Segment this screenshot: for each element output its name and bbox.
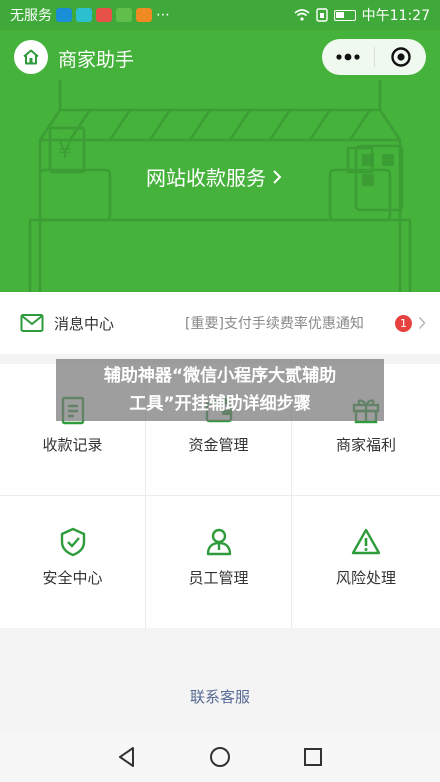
- grid-item-label: 商家福利: [335, 436, 396, 454]
- system-navigation-bar: [0, 732, 440, 782]
- person-icon: [206, 528, 231, 556]
- app-notification-icon: [96, 8, 112, 22]
- sim-icon: [315, 8, 328, 22]
- battery-icon: [333, 9, 356, 21]
- grid-item-label: 收款记录: [42, 436, 103, 454]
- more-button[interactable]: [322, 39, 374, 75]
- grid-item-security[interactable]: 安全中心: [0, 496, 146, 628]
- home-button[interactable]: [14, 40, 48, 74]
- clock-text: 中午11:27: [361, 8, 430, 24]
- grid-item-label: 风险处理: [335, 569, 396, 587]
- app-notification-icon: [56, 8, 72, 22]
- overlay-line-2: 工具”开挂辅助详细步骤: [129, 394, 311, 414]
- back-triangle-icon: [118, 747, 134, 767]
- message-center-row[interactable]: 消息中心 [重要]支付手续费率优惠通知 1: [0, 292, 440, 354]
- warning-icon: [351, 528, 381, 555]
- chevron-right-icon: [273, 169, 282, 184]
- article-title-overlay: 辅助神器“微信小程序大贰辅助 工具”开挂辅助详细步骤: [56, 359, 384, 421]
- home-icon: [23, 49, 39, 65]
- payment-service-link[interactable]: 网站收款服务: [146, 162, 282, 191]
- grid-item-risk[interactable]: 风险处理: [292, 496, 440, 628]
- contact-support-link[interactable]: 联系客服: [0, 686, 440, 707]
- svg-text:¥: ¥: [58, 139, 72, 164]
- more-dots-icon: [336, 53, 360, 61]
- grid-item-staff[interactable]: 员工管理: [146, 496, 292, 628]
- status-left: 无服务 ⋯: [10, 5, 170, 25]
- app-notification-icon: [136, 8, 152, 22]
- miniprogram-capsule: [322, 39, 426, 75]
- wifi-icon: [294, 9, 310, 21]
- grid-item-label: 员工管理: [188, 569, 249, 587]
- page-title: 商家助手: [58, 49, 135, 71]
- status-right: 中午11:27: [294, 5, 430, 25]
- payment-service-label: 网站收款服务: [146, 166, 266, 190]
- grid-item-label: 资金管理: [188, 436, 249, 454]
- home-nav-button[interactable]: [200, 737, 240, 777]
- more-notifications-icon: ⋯: [156, 7, 170, 23]
- recents-button[interactable]: [293, 737, 333, 777]
- close-circle-icon: [390, 47, 411, 67]
- home-circle-icon: [209, 747, 230, 767]
- grid-item-label: 安全中心: [42, 569, 103, 587]
- shield-icon: [60, 527, 85, 557]
- app-notification-icon: [76, 8, 92, 22]
- overlay-line-1: 辅助神器“微信小程序大贰辅助: [103, 366, 337, 386]
- message-center-title: 消息中心: [54, 314, 115, 333]
- app-notification-icon: [116, 8, 132, 22]
- back-button[interactable]: [107, 737, 147, 777]
- mail-icon: [20, 314, 44, 332]
- notice-preview: [重要]支付手续费率优惠通知: [185, 316, 364, 332]
- unread-badge: 1: [395, 314, 412, 332]
- carrier-text: 无服务: [10, 8, 52, 24]
- chevron-right-icon: [418, 316, 426, 330]
- hero-banner: ¥ 商家助手 网站收款服务: [0, 30, 440, 292]
- close-button[interactable]: [375, 39, 426, 75]
- recents-square-icon: [304, 748, 323, 766]
- status-bar: 无服务 ⋯ 中午11:27: [0, 0, 440, 30]
